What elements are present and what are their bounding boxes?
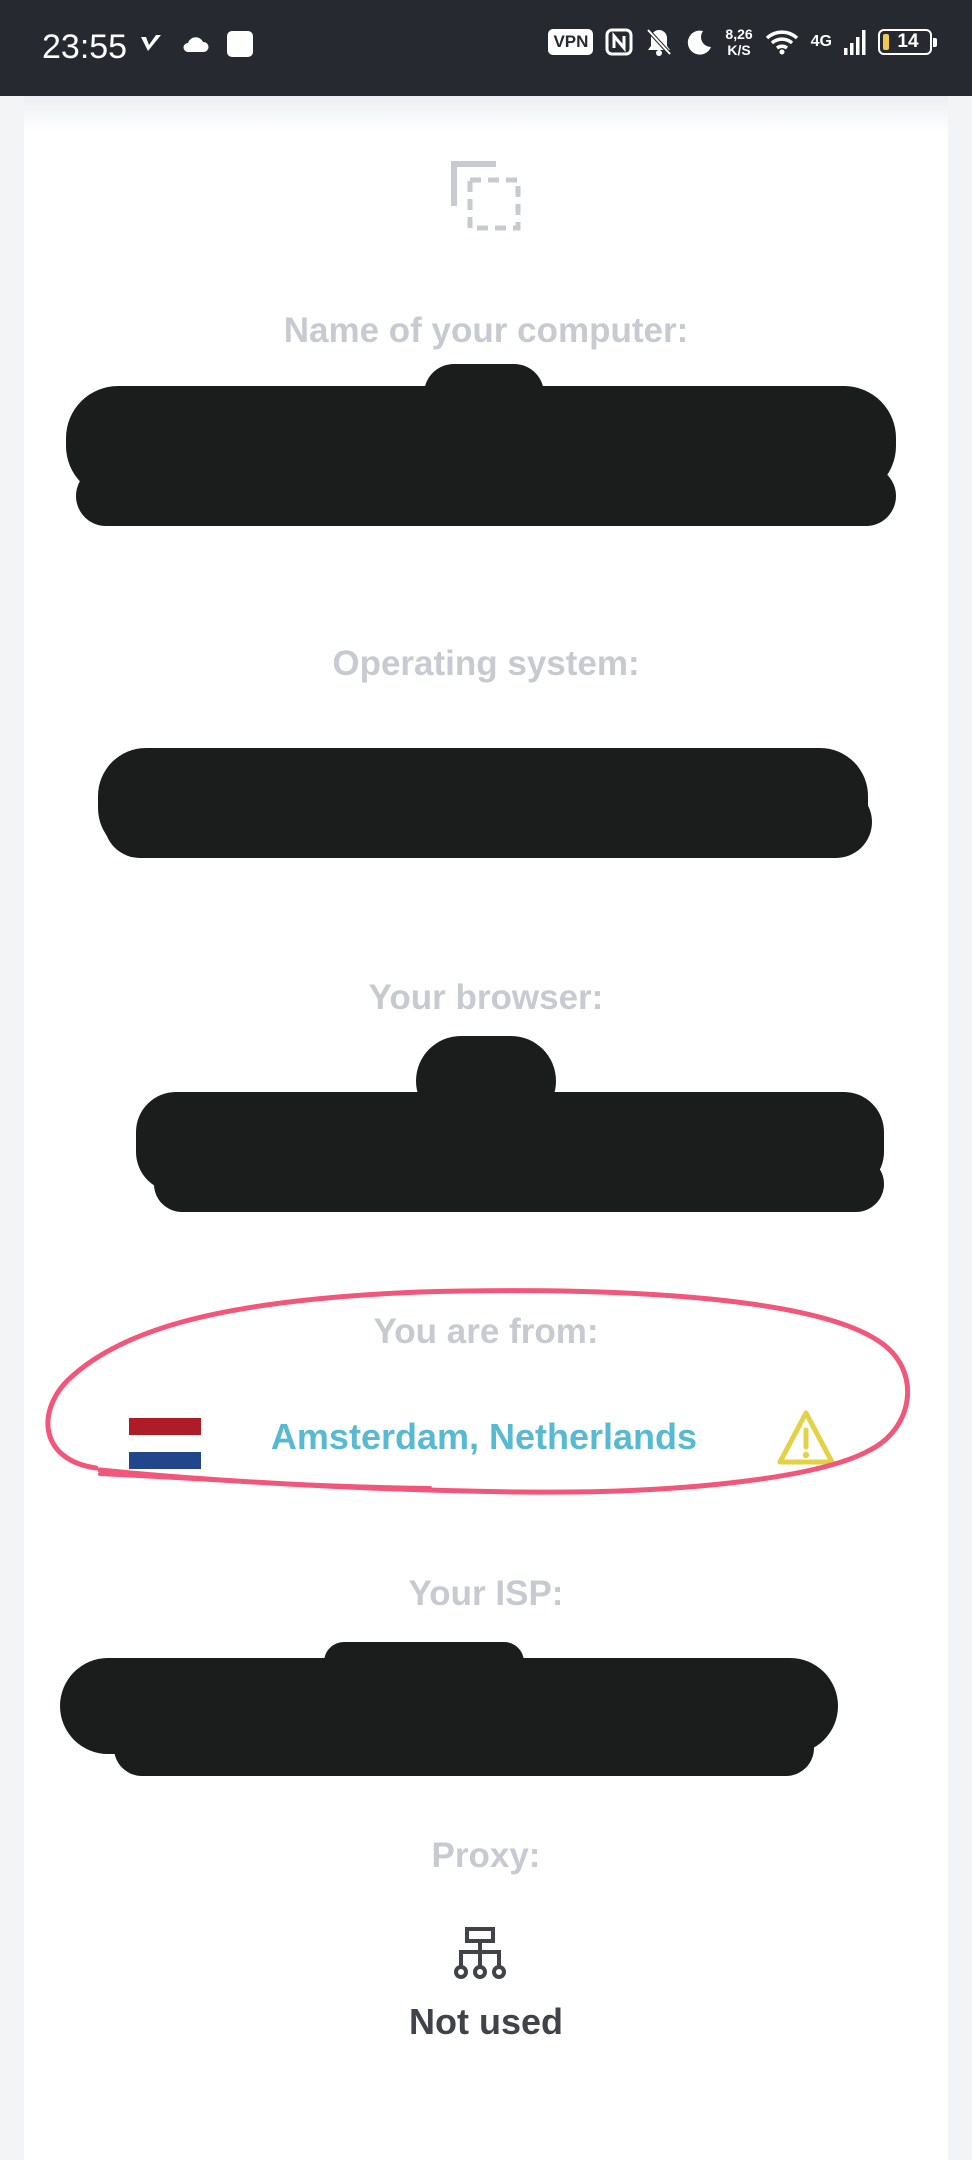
computer-name-label: Name of your computer: xyxy=(283,311,689,350)
network-tree-icon xyxy=(454,1927,506,1979)
square-app-icon xyxy=(227,31,253,57)
cloud-icon xyxy=(183,37,209,52)
card-top-shadow xyxy=(24,96,948,132)
proxy-label: Proxy: xyxy=(431,1836,541,1875)
battery-icon: 14 xyxy=(878,29,937,55)
netherlands-flag-icon xyxy=(129,1418,201,1469)
operating-system-label: Operating system: xyxy=(332,644,640,683)
warning-triangle-icon[interactable] xyxy=(776,1408,836,1468)
copy-icon[interactable] xyxy=(448,158,524,234)
network-type: 4G xyxy=(810,33,832,50)
info-card: Name of your computer: Operating system:… xyxy=(24,96,948,2160)
browser-label: Your browser: xyxy=(368,978,604,1017)
proxy-value: Not used xyxy=(408,2001,563,2042)
battery-level: 14 xyxy=(897,31,919,52)
wifi-icon xyxy=(765,30,798,55)
check-app-icon xyxy=(141,35,161,51)
mute-bell-icon xyxy=(646,28,672,56)
moon-icon xyxy=(688,30,712,55)
location-value: Amsterdam, Netherlands xyxy=(270,1416,698,1457)
status-time: 23:55 xyxy=(42,28,128,66)
vpn-icon: VPN xyxy=(548,29,594,55)
location-row: Amsterdam, Netherlands xyxy=(24,1396,948,1476)
speed-value: 8,26 xyxy=(725,26,753,42)
signal-icon xyxy=(844,30,866,55)
nfc-icon xyxy=(605,28,633,56)
location-label: You are from: xyxy=(373,1312,599,1351)
speed-unit: K/S xyxy=(727,42,751,58)
system-icons: VPN 8,26 K/S 4G 14 xyxy=(548,26,937,58)
network-speed: 8,26 K/S xyxy=(725,26,752,58)
isp-label: Your ISP: xyxy=(408,1574,564,1613)
status-bar: 23:55 VPN 8,26 K/S 4G 14 xyxy=(0,0,972,96)
notification-icons xyxy=(138,30,254,58)
